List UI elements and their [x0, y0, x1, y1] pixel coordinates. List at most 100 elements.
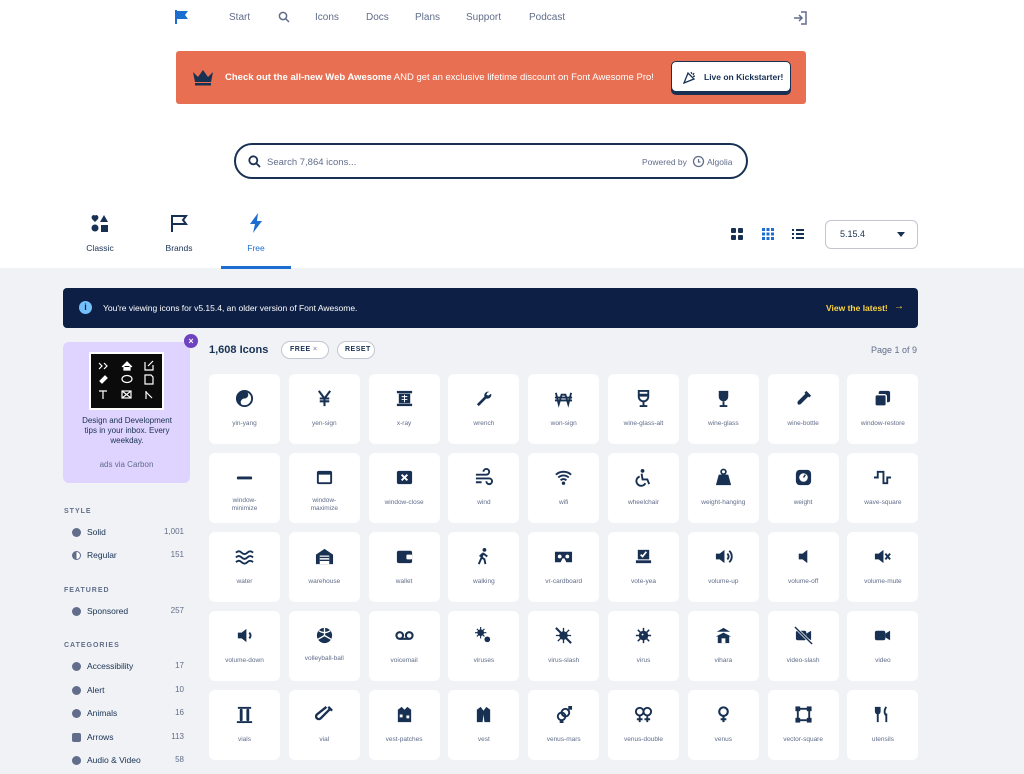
icon-card-wave-square[interactable]: wave-square — [847, 453, 919, 523]
alert-icon — [72, 686, 81, 695]
ad-text[interactable]: Design and Development tips in your inbo… — [81, 416, 173, 446]
version-select[interactable]: 5.15.4 — [825, 220, 918, 249]
video-icon — [875, 630, 891, 641]
icon-card-voicemail[interactable]: voicemail — [368, 611, 440, 681]
nav-docs[interactable]: Docs — [366, 12, 389, 23]
sidebar-item-audio-video[interactable]: Audio & Video 58 — [72, 755, 184, 767]
icon-card-wind[interactable]: wind — [448, 453, 520, 523]
icon-card-yin-yang[interactable]: yin-yang — [209, 374, 280, 444]
arrow-right-icon[interactable]: → — [894, 301, 904, 312]
large-grid-view-icon[interactable] — [730, 227, 744, 241]
tab-free[interactable]: Free — [226, 212, 286, 268]
icon-card-volume-mute[interactable]: volume-mute — [847, 532, 919, 602]
icon-card-wheelchair[interactable]: wheelchair — [608, 453, 679, 523]
icon-card-walking[interactable]: walking — [448, 532, 520, 602]
icon-card-video[interactable]: video — [847, 611, 919, 681]
nav-icons[interactable]: Icons — [315, 12, 339, 23]
reset-button[interactable]: RESET — [337, 341, 375, 359]
sidebar-item-sponsored[interactable]: Sponsored 257 — [72, 606, 184, 618]
won-sign-icon — [555, 392, 573, 408]
warehouse-icon — [315, 548, 333, 565]
search-input[interactable] — [267, 153, 567, 171]
icon-card-vr-cardboard[interactable]: vr-cardboard — [528, 532, 600, 602]
sidebar-item-alert[interactable]: Alert 10 — [72, 685, 184, 697]
sidebar-item-animals[interactable]: Animals 16 — [72, 708, 184, 720]
ad-image[interactable] — [89, 352, 164, 410]
icon-card-video-slash[interactable]: video-slash — [767, 611, 839, 681]
icon-card-volume-up[interactable]: volume-up — [687, 532, 759, 602]
icon-card-vials[interactable]: vials — [209, 690, 280, 760]
nav-support[interactable]: Support — [466, 12, 501, 23]
sidebar-item-arrows[interactable]: Arrows 113 — [72, 732, 184, 744]
icon-card-wrench[interactable]: wrench — [448, 374, 520, 444]
icon-card-vest[interactable]: vest — [448, 690, 520, 760]
sidebar-item-regular[interactable]: Regular 151 — [72, 550, 184, 562]
sidebar-item-accessibility[interactable]: Accessibility 17 — [72, 661, 184, 673]
icon-card-wine-bottle[interactable]: wine-bottle — [767, 374, 839, 444]
icon-card-virus[interactable]: virus — [608, 611, 679, 681]
carbon-ad[interactable]: Design and Development tips in your inbo… — [63, 342, 190, 483]
icon-card-venus-double[interactable]: venus-double — [608, 690, 679, 760]
active-tab-indicator — [221, 266, 291, 269]
icon-card-warehouse[interactable]: warehouse — [288, 532, 360, 602]
sidebar-item-label: Solid — [87, 527, 106, 537]
icon-card-vihara[interactable]: vihara — [687, 611, 759, 681]
icon-card-utensils[interactable]: utensils — [847, 690, 919, 760]
icon-card-volume-down[interactable]: volume-down — [209, 611, 280, 681]
icon-name: warehouse — [308, 578, 341, 585]
icon-name: viruses — [473, 657, 495, 664]
kickstarter-button[interactable]: Live on Kickstarter! — [671, 61, 791, 92]
list-view-icon[interactable] — [791, 227, 805, 241]
icon-card-x-ray[interactable]: x-ray — [368, 374, 440, 444]
icon-card-vector-square[interactable]: vector-square — [767, 690, 839, 760]
icon-card-venus[interactable]: venus — [687, 690, 759, 760]
tab-classic[interactable]: Classic — [70, 212, 130, 268]
kickstarter-label: Live on Kickstarter! — [704, 72, 784, 82]
icon-card-vial[interactable]: vial — [288, 690, 360, 760]
icon-card-window-close[interactable]: window-close — [368, 453, 440, 523]
close-ad-icon[interactable]: × — [184, 334, 198, 348]
search-icon[interactable] — [278, 11, 290, 23]
voicemail-icon — [394, 631, 414, 640]
icon-card-wine-glass[interactable]: wine-glass — [687, 374, 759, 444]
version-value: 5.15.4 — [840, 229, 866, 239]
tab-brands[interactable]: Brands — [149, 212, 209, 268]
nav-start[interactable]: Start — [229, 12, 250, 23]
nav-podcast[interactable]: Podcast — [529, 12, 565, 23]
icon-card-window-maximize[interactable]: window- maximize — [288, 453, 360, 523]
sidebar-item-count: 16 — [175, 708, 184, 717]
icon-name: window-restore — [860, 420, 905, 427]
icon-card-yen-sign[interactable]: yen-sign — [288, 374, 360, 444]
icon-card-virus-slash[interactable]: virus-slash — [528, 611, 600, 681]
icon-card-volleyball-ball[interactable]: volleyball-ball — [288, 611, 360, 681]
icon-card-venus-mars[interactable]: venus-mars — [528, 690, 600, 760]
ad-via-label[interactable]: ads via Carbon — [63, 460, 190, 469]
icon-card-window-restore[interactable]: window-restore — [847, 374, 919, 444]
sidebar-item-solid[interactable]: Solid 1,001 — [72, 527, 184, 539]
icon-name: weight-hanging — [701, 499, 746, 506]
icon-card-wifi[interactable]: wifi — [528, 453, 600, 523]
icon-card-window-minimize[interactable]: window- minimize — [209, 453, 280, 523]
icon-card-wallet[interactable]: wallet — [368, 532, 440, 602]
icon-count: 1,608 Icons — [209, 344, 269, 356]
close-icon[interactable]: × — [313, 346, 318, 353]
icon-card-won-sign[interactable]: won-sign — [528, 374, 600, 444]
icon-card-volume-off[interactable]: volume-off — [767, 532, 839, 602]
icon-card-viruses[interactable]: viruses — [448, 611, 520, 681]
sign-in-icon[interactable] — [792, 10, 808, 26]
icon-name: yen-sign — [312, 420, 337, 427]
icon-card-wine-glass-alt[interactable]: wine-glass-alt — [608, 374, 679, 444]
icon-card-water[interactable]: water — [209, 532, 280, 602]
font-awesome-logo-icon[interactable] — [174, 9, 190, 25]
view-latest-link[interactable]: View the latest! — [826, 303, 888, 313]
small-grid-view-icon[interactable] — [761, 227, 775, 241]
icon-name: wallet — [395, 578, 413, 585]
icon-card-weight-hanging[interactable]: weight-hanging — [687, 453, 759, 523]
free-filter-pill[interactable]: FREE × — [281, 341, 329, 359]
icon-card-weight[interactable]: weight — [767, 453, 839, 523]
icon-card-vest-patches[interactable]: vest-patches — [368, 690, 440, 760]
nav-plans[interactable]: Plans — [415, 12, 440, 23]
icon-card-vote-yea[interactable]: vote-yea — [608, 532, 679, 602]
icon-name: wrench — [473, 420, 495, 427]
icon-name: utensils — [871, 736, 894, 743]
